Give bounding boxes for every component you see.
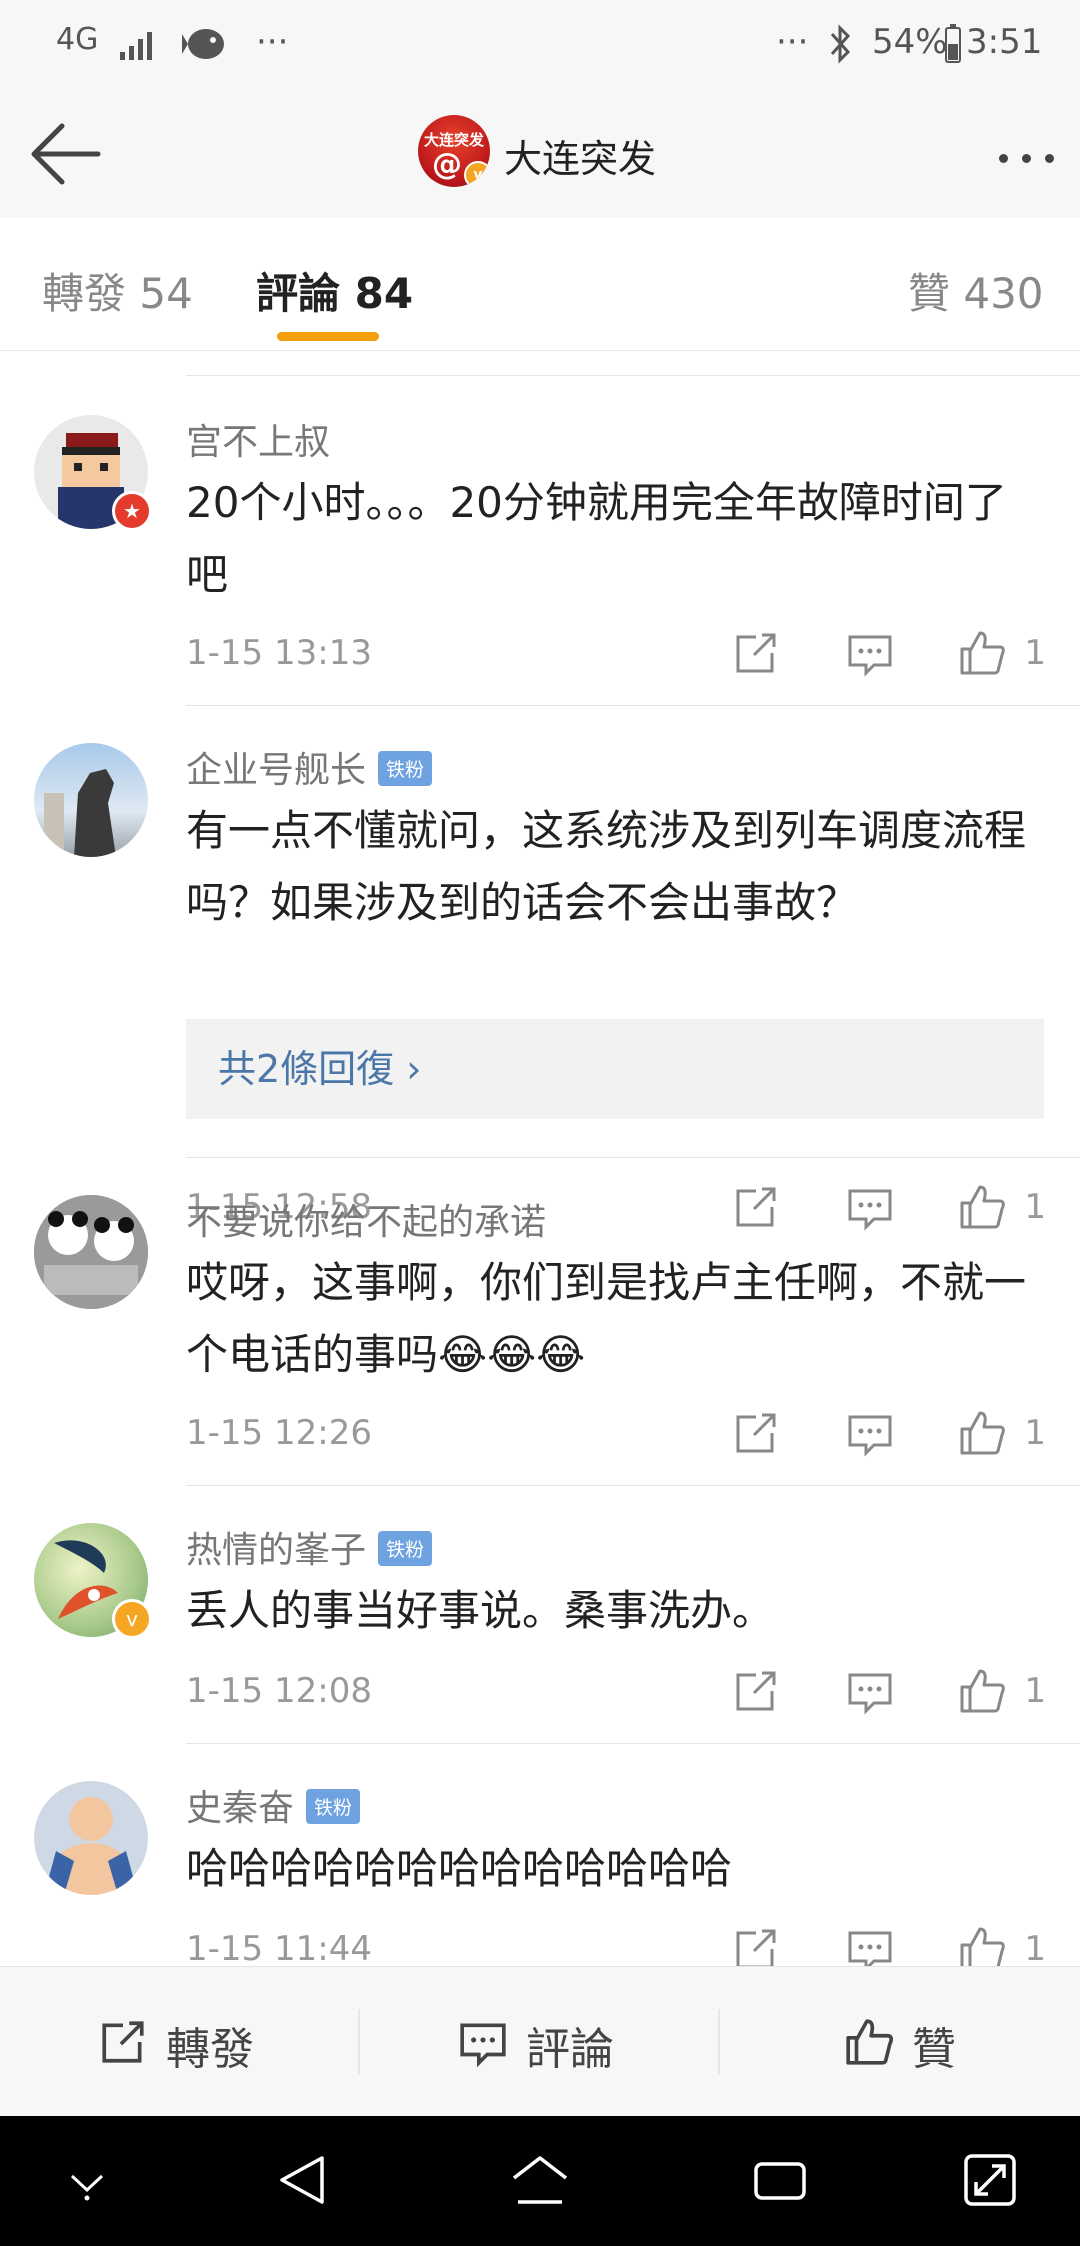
- fan-badge: 铁粉: [306, 1788, 361, 1824]
- fish-icon: [182, 29, 224, 59]
- comment-text: 丢人的事当好事说。桑事洗办。: [186, 1586, 775, 1635]
- divider: [186, 705, 1080, 706]
- pandas-avatar: [34, 1195, 148, 1309]
- comment-meta: 1-15 13:13 1: [186, 623, 1046, 683]
- avatar[interactable]: [34, 1195, 148, 1309]
- like-icon[interactable]: [958, 1183, 1006, 1231]
- bluetooth-icon: [830, 24, 851, 64]
- status-bar: 4G ··· ··· 54% 3:51: [0, 0, 1080, 90]
- hide-keyboard-icon[interactable]: [64, 2160, 110, 2206]
- verified-badge-icon: v: [112, 1599, 152, 1639]
- buddha-avatar: [44, 1797, 138, 1895]
- tab-bar: 轉發 54 評論 84 贊 430: [0, 218, 1080, 351]
- comment-icon: [460, 2023, 506, 2067]
- nav-recents-icon[interactable]: [750, 2152, 810, 2208]
- reply-icon[interactable]: [846, 629, 894, 677]
- rotate-screen-icon[interactable]: [962, 2152, 1018, 2208]
- share-icon[interactable]: [732, 1667, 780, 1715]
- account-avatar[interactable]: 大连突发 @ v: [418, 115, 490, 187]
- comment-button[interactable]: 評論: [360, 1967, 718, 2117]
- like-icon[interactable]: [958, 629, 1006, 677]
- comment-time: 1-15 12:08: [186, 1671, 372, 1711]
- comment-text: 哎呀，这事啊，你们到是找卢主任啊，不就一个电话的事吗😂😂😂: [186, 1258, 1027, 1379]
- tab-likes[interactable]: 贊 430: [908, 260, 1044, 321]
- like-count: 1: [1024, 1929, 1046, 1966]
- bottom-action-bar: 轉發 評論 贊: [0, 1966, 1080, 2117]
- like-button[interactable]: 贊: [720, 1967, 1078, 2117]
- godzilla-avatar: [44, 769, 116, 857]
- divider: [186, 1743, 1080, 1744]
- tab-reposts[interactable]: 轉發 54: [42, 260, 193, 321]
- thumbs-up-icon: [846, 2019, 894, 2065]
- share-icon[interactable]: [732, 629, 780, 677]
- comment-username[interactable]: 不要说你给不起的承诺: [186, 1193, 546, 1245]
- account-name[interactable]: 大连突发: [504, 128, 656, 183]
- more-notifications: ···: [256, 22, 289, 62]
- comment-time: 1-15 11:44: [186, 1929, 372, 1966]
- tab-active-indicator: [277, 332, 379, 341]
- repost-button[interactable]: 轉發: [0, 1967, 358, 2117]
- share-icon[interactable]: [732, 1183, 780, 1231]
- comment-username[interactable]: 企业号舰长 铁粉: [186, 741, 433, 793]
- system-navigation-bar: [0, 2116, 1080, 2246]
- replies-link[interactable]: 共2條回復 ›: [186, 1019, 1044, 1119]
- reply-icon[interactable]: [846, 1925, 894, 1966]
- member-badge-icon: ★: [112, 491, 152, 531]
- comment-text: 有一点不懂就问，这系统涉及到列车调度流程吗？如果涉及到的话会不会出事故？: [186, 806, 1027, 927]
- like-count: 1: [1024, 1413, 1046, 1453]
- share-icon[interactable]: [732, 1409, 780, 1457]
- clock: 3:51: [966, 22, 1043, 62]
- comment-time: 1-15 12:26: [186, 1413, 372, 1453]
- comment-meta: 1-15 12:08 1: [186, 1661, 1046, 1721]
- nav-home-icon[interactable]: [510, 2152, 570, 2208]
- like-icon[interactable]: [958, 1925, 1006, 1966]
- reply-icon[interactable]: [846, 1183, 894, 1231]
- tab-comments[interactable]: 評論 84: [256, 260, 413, 321]
- comment-meta: 1-15 11:44 1: [186, 1919, 1046, 1966]
- like-count: 1: [1024, 1671, 1046, 1711]
- more-status: ···: [776, 22, 809, 62]
- like-icon[interactable]: [958, 1667, 1006, 1715]
- avatar[interactable]: [34, 743, 148, 857]
- divider: [186, 1157, 1080, 1158]
- battery-percent: 54%: [872, 22, 948, 62]
- divider: [186, 375, 1080, 376]
- verified-badge-icon: v: [464, 161, 490, 187]
- back-arrow-icon[interactable]: [28, 118, 108, 190]
- fan-badge: 铁粉: [378, 750, 433, 786]
- chevron-right-icon: ›: [394, 1047, 422, 1091]
- comment-text: 20个小时。。。20分钟就用完全年故障时间了吧: [186, 478, 1007, 599]
- comment-list[interactable]: ★ 宫不上叔 20个小时。。。20分钟就用完全年故障时间了吧 1-15 13:1…: [0, 351, 1080, 1966]
- header: 大连突发 @ v 大连突发: [0, 90, 1080, 219]
- battery-icon: [945, 24, 961, 63]
- like-icon[interactable]: [958, 1409, 1006, 1457]
- like-count: 1: [1024, 1187, 1046, 1227]
- comment-username[interactable]: 宫不上叔: [186, 413, 330, 465]
- repost-icon: [102, 2021, 144, 2063]
- comment-text: 哈哈哈哈哈哈哈哈哈哈哈哈哈: [186, 1844, 733, 1893]
- comment-time: 1-15 13:13: [186, 633, 372, 673]
- network-type: 4G: [56, 22, 99, 57]
- nav-back-icon[interactable]: [274, 2152, 330, 2208]
- avatar[interactable]: [34, 1781, 148, 1895]
- comment-username[interactable]: 史秦奋 铁粉: [186, 1779, 361, 1831]
- more-options-icon[interactable]: [985, 148, 1054, 167]
- reply-icon[interactable]: [846, 1667, 894, 1715]
- divider: [186, 1485, 1080, 1486]
- signal-icon: [120, 32, 152, 60]
- fan-badge: 铁粉: [378, 1530, 433, 1566]
- share-icon[interactable]: [732, 1925, 780, 1966]
- comment-meta: 1-15 12:26 1: [186, 1403, 1046, 1463]
- like-count: 1: [1024, 633, 1046, 673]
- comment-username[interactable]: 热情的峯子 铁粉: [186, 1521, 433, 1573]
- reply-icon[interactable]: [846, 1409, 894, 1457]
